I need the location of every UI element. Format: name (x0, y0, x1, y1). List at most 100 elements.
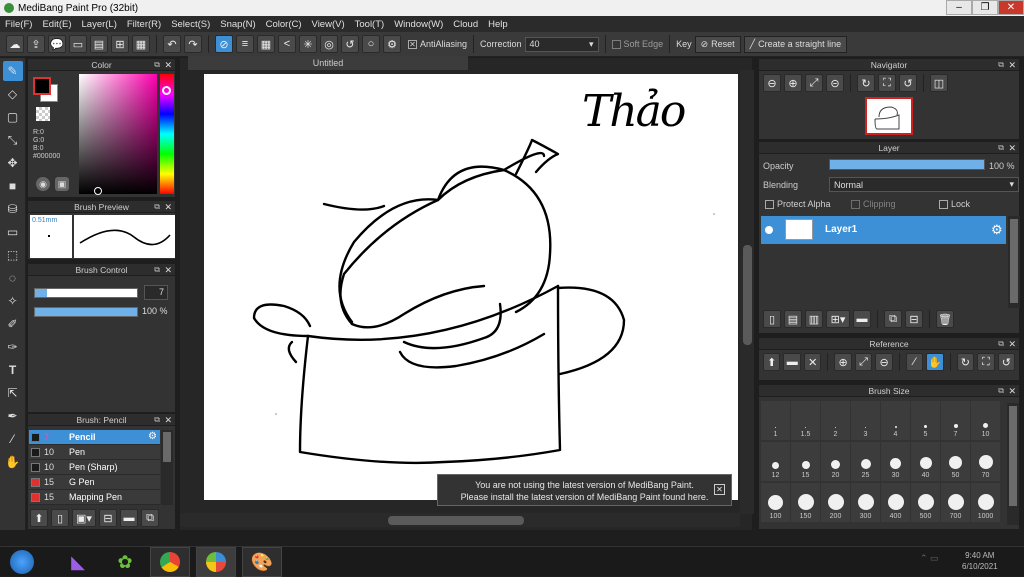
brush-size-option[interactable]: 1 (761, 401, 790, 440)
menu-tool[interactable]: Tool(T) (350, 19, 390, 30)
upload-reference-icon[interactable]: ⬆ (763, 353, 781, 371)
update-notice[interactable]: You are not using the latest version of … (437, 474, 732, 506)
operation-tool-icon[interactable]: ⇱ (3, 383, 23, 403)
select-pen-tool-icon[interactable]: ✐ (3, 314, 23, 334)
share-icon[interactable]: ⊞ (111, 35, 129, 53)
brush-size-option[interactable]: 150 (791, 483, 820, 522)
fill-shape-tool-icon[interactable]: ■ (3, 176, 23, 196)
grid-snap-icon[interactable]: ▦ (257, 35, 275, 53)
upload-icon[interactable]: ⇪ (27, 35, 45, 53)
duplicate-layer-icon[interactable]: ⧉ (884, 310, 902, 328)
text-tool-icon[interactable]: T (3, 360, 23, 380)
brush-size-option[interactable]: 50 (941, 442, 970, 481)
undo-icon[interactable]: ↶ (163, 35, 181, 53)
brush-size-option[interactable]: 70 (971, 442, 1000, 481)
scrollbar-thumb[interactable] (743, 245, 752, 345)
menu-view[interactable]: View(V) (307, 19, 350, 30)
cloud-icon[interactable]: ☁ (6, 35, 24, 53)
scrollbar-thumb[interactable] (388, 516, 524, 525)
brush-size-option[interactable]: 20 (821, 442, 850, 481)
float-icon[interactable]: ⧉ (154, 414, 160, 426)
document-icon[interactable]: ▤ (90, 35, 108, 53)
antialiasing-checkbox[interactable]: ✕ AntiAliasing (408, 39, 467, 50)
layer-list-scrollbar[interactable] (1008, 216, 1020, 308)
scrollbar-thumb[interactable] (1010, 219, 1018, 303)
canvas-h-scrollbar[interactable] (180, 513, 740, 527)
delete-layer-icon[interactable]: 🗑 (936, 310, 954, 328)
close-icon[interactable]: ✕ (164, 59, 172, 71)
lasso-tool-icon[interactable]: ◌ (3, 268, 23, 288)
brush-size-option[interactable]: 4 (881, 401, 910, 440)
new-halftone-layer-icon[interactable]: ▤ (784, 310, 802, 328)
brush-size-option[interactable]: 7 (941, 401, 970, 440)
float-icon[interactable]: ⧉ (154, 201, 160, 213)
taskbar-chrome[interactable] (150, 547, 190, 577)
redo-icon[interactable]: ↷ (184, 35, 202, 53)
float-icon[interactable]: ⧉ (998, 385, 1004, 397)
circle-snap-icon[interactable]: ○ (362, 35, 380, 53)
open-reference-icon[interactable]: ▬ (783, 353, 801, 371)
float-icon[interactable]: ⧉ (998, 142, 1004, 154)
soft-edge-checkbox[interactable]: Soft Edge (611, 39, 663, 50)
transparent-swatch[interactable] (36, 107, 50, 121)
no-snap-icon[interactable]: ⊘ (215, 35, 233, 53)
clock[interactable]: 9:40 AM 6/10/2021 (962, 550, 998, 572)
float-icon[interactable]: ⧉ (998, 59, 1004, 71)
merge-layer-icon[interactable]: ⊟ (905, 310, 923, 328)
taskbar-coccoc[interactable]: ✿ (105, 547, 145, 577)
magic-wand-tool-icon[interactable]: ✧ (3, 291, 23, 311)
reset-button[interactable]: ⊘ Reset (694, 35, 741, 53)
ref-rotate-icon[interactable]: ↻ (956, 353, 975, 371)
close-button[interactable]: ✕ (998, 0, 1024, 15)
move-tool-icon[interactable]: ✥ (3, 153, 23, 173)
ref-zoom-out-icon[interactable]: ⊖ (875, 353, 893, 371)
page-icon[interactable]: ▦ (132, 35, 150, 53)
protect-alpha-checkbox[interactable]: Protect Alpha (765, 199, 831, 210)
layer-folder-icon[interactable]: ▬ (853, 310, 871, 328)
brush-list-item[interactable]: 15 G Pen (29, 475, 160, 490)
close-icon[interactable]: ✕ (1008, 142, 1016, 154)
brush-list-item[interactable]: 15 Mapping Pen (29, 490, 160, 505)
brush-tool-icon[interactable]: ✎ (2, 61, 23, 81)
ref-rotate-left-icon[interactable]: ↺ (997, 353, 1016, 371)
brush-size-slider[interactable] (34, 288, 138, 298)
minimize-button[interactable]: – (946, 0, 972, 15)
menu-select[interactable]: Select(S) (166, 19, 215, 30)
select-tool-icon[interactable]: ⬚ (3, 245, 23, 265)
ref-zoom-in-icon[interactable]: ⊕ (834, 353, 852, 371)
document-tab[interactable]: Untitled (188, 56, 468, 70)
close-icon[interactable]: ✕ (1008, 338, 1016, 350)
ref-eyedropper-icon[interactable]: ⁄ (905, 353, 924, 371)
visibility-icon[interactable] (765, 226, 773, 234)
lock-checkbox[interactable]: Lock (939, 199, 970, 210)
brush-size-option[interactable]: 400 (881, 483, 910, 522)
correction-select[interactable]: 40 ▾ (524, 36, 599, 52)
brush-size-option[interactable]: 300 (851, 483, 880, 522)
comment-icon[interactable]: 💬 (48, 35, 66, 53)
straight-line-button[interactable]: ╱ Create a straight line (743, 35, 848, 53)
start-button[interactable] (4, 547, 40, 577)
rotate-left-icon[interactable]: ↺ (899, 74, 917, 92)
concentric-snap-icon[interactable]: ◎ (320, 35, 338, 53)
brush-list-item[interactable]: 7 Pencil ⚙ (29, 430, 160, 445)
eyedropper-tool-icon[interactable]: ⁄ (3, 429, 23, 449)
new-8bit-layer-icon[interactable]: ▥ (805, 310, 823, 328)
brush-size-option[interactable]: 2 (821, 401, 850, 440)
radial-snap-icon[interactable]: ✳ (299, 35, 317, 53)
menu-color[interactable]: Color(C) (261, 19, 307, 30)
blending-select[interactable]: Normal ▾ (829, 177, 1019, 192)
brush-size-option[interactable]: 200 (821, 483, 850, 522)
layer-settings-gear-icon[interactable]: ⚙ (991, 222, 1003, 238)
new-layer-icon[interactable]: ▯ (763, 310, 781, 328)
brush-size-option[interactable]: 12 (761, 442, 790, 481)
chat-icon[interactable]: ▭ (69, 35, 87, 53)
brush-size-option[interactable]: 15 (791, 442, 820, 481)
close-icon[interactable]: ✕ (1008, 385, 1016, 397)
add-layer-menu-icon[interactable]: ⊞▾ (826, 310, 850, 328)
close-icon[interactable]: ✕ (164, 264, 172, 276)
brush-duplicate-icon[interactable]: ⧉ (141, 509, 159, 527)
rotate-icon[interactable]: ↻ (857, 74, 875, 92)
brush-size-option[interactable]: 100 (761, 483, 790, 522)
tray-icons[interactable]: ⌃ ▭ (920, 553, 939, 564)
drawing-canvas[interactable]: Thảo (204, 74, 738, 500)
